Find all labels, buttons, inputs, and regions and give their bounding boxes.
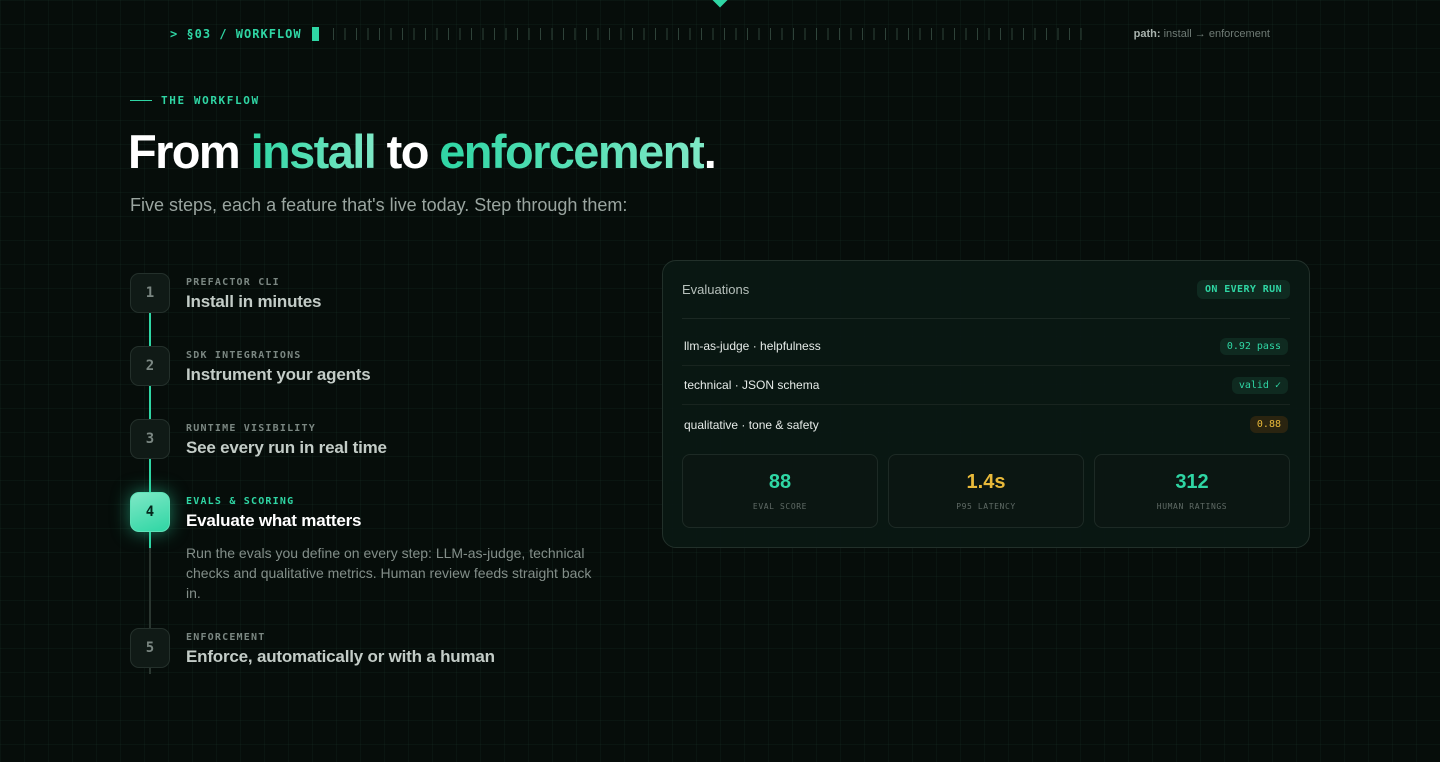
panel-header: Evaluations ON EVERY RUN xyxy=(682,261,1290,319)
section-marker-icon xyxy=(711,0,729,8)
stat-eval-score: 88 EVAL SCORE xyxy=(682,454,878,528)
page-title: From install to enforcement. xyxy=(128,124,717,179)
eval-name: qualitative · tone & safety xyxy=(684,417,819,432)
stat-value: 312 xyxy=(1175,471,1209,493)
stats-row: 88 EVAL SCORE 1.4s P95 LATENCY 312 HUMAN… xyxy=(682,454,1290,528)
list-item: qualitative · tone & safety 0.88 xyxy=(682,405,1290,444)
workflow-steps: 1 PREFACTOR CLI Install in minutes 2 SDK… xyxy=(130,273,610,693)
rail-segment xyxy=(149,459,151,492)
eval-result-badge: 0.92 pass xyxy=(1219,337,1288,355)
stat-label: EVAL SCORE xyxy=(752,502,808,511)
headline-part2: to xyxy=(375,125,440,178)
cursor-icon xyxy=(311,27,319,41)
stat-label: P95 LATENCY xyxy=(956,502,1016,511)
step-kicker: SDK INTEGRATIONS xyxy=(186,350,302,361)
step-kicker: ENFORCEMENT xyxy=(186,632,266,643)
subheading: Five steps, each a feature that's live t… xyxy=(130,195,628,215)
rail-segment xyxy=(149,532,151,548)
stat-latency: 1.4s P95 LATENCY xyxy=(888,454,1084,528)
path-key: path: xyxy=(1133,28,1161,40)
step-badge[interactable]: 1 xyxy=(130,273,170,313)
eval-list: llm-as-judge · helpfulness 0.92 pass tec… xyxy=(682,327,1290,444)
stat-label: HUMAN RATINGS xyxy=(1156,502,1228,511)
step-title[interactable]: Evaluate what matters xyxy=(186,511,616,531)
step-badge[interactable]: 5 xyxy=(130,628,170,668)
section-bar: > §03 / WORKFLOW path: install → enforce… xyxy=(170,24,1270,44)
step-title[interactable]: Instrument your agents xyxy=(186,365,616,385)
step-kicker: PREFACTOR CLI xyxy=(186,277,280,288)
list-item: technical · JSON schema valid ✓ xyxy=(682,366,1290,405)
eyebrow: THE WORKFLOW xyxy=(130,94,260,107)
progress-ticks xyxy=(332,28,1089,40)
eval-name: technical · JSON schema xyxy=(684,378,820,392)
path-value: install → enforcement xyxy=(1163,28,1270,40)
step-title[interactable]: See every run in real time xyxy=(186,438,616,458)
panel-title: Evaluations xyxy=(682,282,750,297)
rail-segment xyxy=(149,386,151,419)
step-title[interactable]: Enforce, automatically or with a human xyxy=(186,647,616,667)
headline-part1: From xyxy=(128,125,251,178)
step-badge[interactable]: 2 xyxy=(130,346,170,386)
step-badge[interactable]: 3 xyxy=(130,419,170,459)
step-title[interactable]: Install in minutes xyxy=(186,292,616,312)
status-badge: ON EVERY RUN xyxy=(1196,280,1290,299)
list-item: llm-as-judge · helpfulness 0.92 pass xyxy=(682,327,1290,366)
stat-value: 1.4s xyxy=(966,471,1006,493)
eyebrow-label: THE WORKFLOW xyxy=(161,94,260,107)
eval-result-badge: 0.88 xyxy=(1249,416,1288,433)
headline-accent-enforcement: enforcement xyxy=(439,125,705,178)
rail-segment xyxy=(149,548,151,628)
step-badge-active[interactable]: 4 xyxy=(130,492,170,532)
eval-name: llm-as-judge · helpfulness xyxy=(684,339,821,353)
rail-segment xyxy=(149,313,151,346)
evaluations-panel: Evaluations ON EVERY RUN llm-as-judge · … xyxy=(662,260,1310,548)
step-kicker: EVALS & SCORING xyxy=(186,496,295,507)
step-kicker: RUNTIME VISIBILITY xyxy=(186,423,316,434)
step-description: Run the evals you define on every step: … xyxy=(186,545,592,601)
rail-segment xyxy=(149,668,151,674)
stat-human-ratings: 312 HUMAN RATINGS xyxy=(1094,454,1290,528)
section-path: path: install → enforcement xyxy=(1134,28,1270,40)
eyebrow-dash xyxy=(130,100,152,101)
eval-result-badge: valid ✓ xyxy=(1231,376,1288,394)
headline-part3: . xyxy=(703,125,717,178)
stat-value: 88 xyxy=(768,471,792,493)
headline-accent-install: install xyxy=(250,125,377,178)
section-label: > §03 / WORKFLOW xyxy=(170,27,302,41)
